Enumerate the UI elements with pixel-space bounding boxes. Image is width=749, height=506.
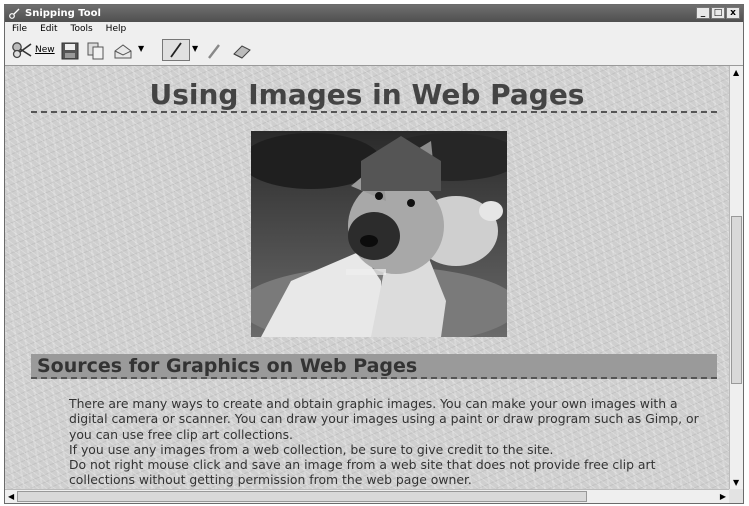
paragraph-2: If you use any images from a web collect… [69, 441, 554, 457]
puppy-image-graphic [251, 131, 507, 337]
highlighter-icon[interactable] [205, 42, 223, 60]
section-heading: Sources for Graphics on Web Pages [37, 355, 418, 377]
window-controls: _ □ x [696, 7, 740, 19]
pen-dropdown-arrow-icon[interactable]: ▼ [192, 44, 198, 53]
menu-edit[interactable]: Edit [40, 24, 57, 34]
pen-button[interactable] [162, 39, 190, 61]
section-heading-bar: Sources for Graphics on Web Pages [31, 354, 717, 379]
scroll-left-arrow-icon[interactable]: ◀ [8, 492, 14, 501]
horizontal-scroll-thumb[interactable] [17, 491, 587, 502]
eraser-icon[interactable] [231, 42, 253, 60]
scroll-up-arrow-icon[interactable]: ▲ [733, 68, 739, 77]
toolbar: New ▼ ▼ [5, 36, 743, 66]
maximize-button[interactable]: □ [711, 7, 725, 19]
paragraph-1: There are many ways to create and obtain… [69, 396, 699, 442]
window-title: Snipping Tool [25, 8, 101, 19]
title-divider [31, 111, 717, 113]
puppy-photo [251, 131, 507, 337]
horizontal-scrollbar[interactable]: ◀ ▶ [5, 489, 729, 503]
paragraph-3: Do not right mouse click and save an ima… [69, 457, 656, 488]
snip-scissors-icon [12, 42, 32, 59]
page-title: Using Images in Web Pages [149, 78, 585, 111]
menu-help[interactable]: Help [106, 24, 127, 34]
copy-icon[interactable] [87, 42, 105, 60]
body-text: There are many ways to create and obtain… [69, 396, 709, 488]
new-snip-button[interactable]: New [11, 41, 55, 59]
close-button[interactable]: x [726, 7, 740, 19]
minimize-button[interactable]: _ [696, 7, 710, 19]
snipping-tool-window: Snipping Tool _ □ x File Edit Tools Help Ne… [4, 4, 744, 504]
scrollbar-corner [729, 489, 743, 503]
vertical-scroll-thumb[interactable] [731, 216, 742, 384]
title-bar[interactable]: Snipping Tool _ □ x [5, 5, 743, 22]
scroll-down-arrow-icon[interactable]: ▼ [733, 478, 739, 487]
snipping-tool-app-icon [9, 8, 20, 19]
menu-tools[interactable]: Tools [71, 24, 93, 34]
save-icon[interactable] [61, 42, 79, 60]
menu-bar: File Edit Tools Help [5, 22, 743, 36]
snip-content-area: Using Images in Web Pages Sources for Gr… [5, 66, 729, 489]
send-snip-icon[interactable] [113, 42, 133, 60]
new-button-label: New [35, 45, 55, 55]
vertical-scrollbar[interactable]: ▲ ▼ [729, 66, 743, 489]
menu-file[interactable]: File [12, 24, 27, 34]
pen-icon [170, 42, 182, 58]
scroll-right-arrow-icon[interactable]: ▶ [720, 492, 726, 501]
send-dropdown-arrow-icon[interactable]: ▼ [138, 44, 144, 53]
